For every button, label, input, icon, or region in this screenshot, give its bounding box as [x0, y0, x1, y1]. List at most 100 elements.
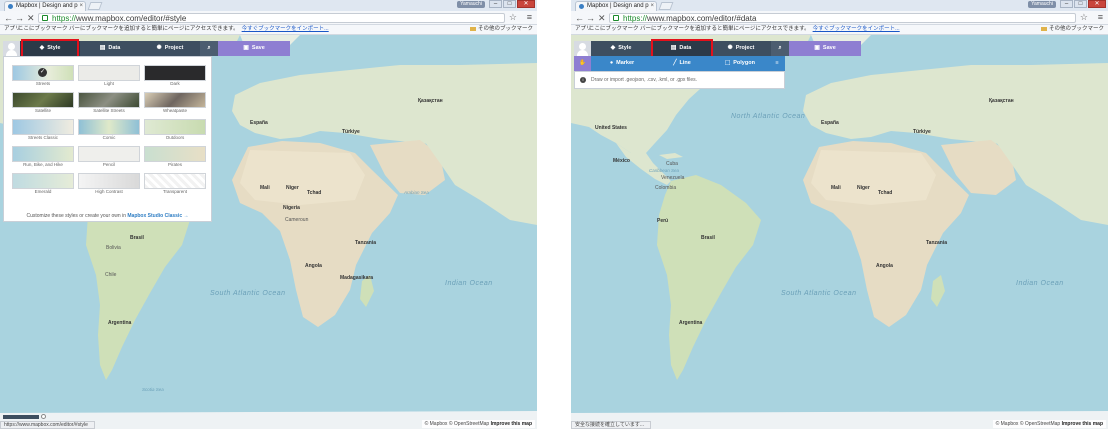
improve-map-link[interactable]: Improve this map: [1062, 421, 1103, 427]
data-button[interactable]: ▤ Data: [80, 41, 140, 56]
style-tile-transparent[interactable]: Transparent: [144, 173, 206, 194]
browser-tab[interactable]: Mapbox | Design and p ×: [4, 1, 86, 11]
save-button-label: Save: [822, 45, 836, 51]
attrib-osm[interactable]: © OpenStreetMap: [1020, 421, 1060, 427]
new-tab-button[interactable]: [87, 2, 103, 10]
map-label-tchad: Tchad: [307, 190, 322, 196]
map-label-tanzania: Tanzania: [926, 240, 948, 246]
maximize-button[interactable]: □: [1074, 0, 1087, 8]
user-avatar[interactable]: [574, 41, 591, 56]
style-tile-dark[interactable]: Dark: [144, 65, 206, 86]
save-button[interactable]: ▣ Save: [789, 41, 861, 56]
maximize-button[interactable]: □: [503, 0, 516, 8]
polygon-button-label: Polygon: [733, 60, 755, 66]
profile-badge[interactable]: Yamauchi: [457, 1, 485, 8]
pan-tool-button[interactable]: ✋: [574, 56, 591, 71]
avatar-head: [8, 43, 15, 50]
map-label-bolivia: Bolivia: [106, 245, 121, 251]
style-tile-pirates[interactable]: Pirates: [144, 146, 206, 167]
chrome-menu-icon[interactable]: ≡: [527, 12, 532, 22]
tab-title: Mapbox | Design and p: [587, 3, 649, 9]
style-tile-run-bike-hike[interactable]: Run, Bike, and Hike: [12, 146, 74, 167]
minimize-button[interactable]: –: [489, 0, 502, 8]
style-tile-streets[interactable]: ✓ Streets: [12, 65, 74, 86]
style-tile-high-contrast[interactable]: High Contrast: [78, 173, 140, 194]
map-label-colombia: Colombia: [655, 185, 677, 191]
improve-map-link[interactable]: Improve this map: [491, 421, 532, 427]
url-input[interactable]: https://www.mapbox.com/editor/#style: [38, 13, 505, 23]
list-button[interactable]: ≡: [769, 56, 785, 71]
profile-badge[interactable]: Yamauchi: [1028, 1, 1056, 8]
marker-button[interactable]: ● Marker: [591, 56, 653, 71]
import-bookmarks-link[interactable]: 今すぐブックマークをインポート...: [813, 26, 900, 32]
forward-icon[interactable]: →: [15, 12, 24, 24]
map-canvas[interactable]: United States North Atlantic Ocean Méxic…: [571, 35, 1108, 429]
polygon-button[interactable]: ⬚ Polygon: [711, 56, 769, 71]
project-button[interactable]: ✺ Project: [140, 41, 200, 56]
mapbox-favicon-icon: [8, 4, 13, 9]
attrib-mapbox[interactable]: © Mapbox: [996, 421, 1019, 427]
style-thumb-wheatpaste: [144, 92, 206, 108]
style-name-streets: Streets: [35, 81, 51, 86]
bookmark-hint-text: ここにブックマーク バーにブックマークを追加すると簡単にページにアクセスできます…: [18, 26, 239, 32]
zoom-handle[interactable]: [41, 414, 46, 419]
lock-icon: [613, 15, 619, 21]
style-thumb-run-bike-hike: [12, 146, 74, 162]
style-tile-wheatpaste[interactable]: Wheatpaste: [144, 92, 206, 113]
back-icon[interactable]: ←: [575, 12, 584, 24]
user-avatar[interactable]: [3, 41, 20, 56]
map-label-mali: Mali: [831, 185, 841, 191]
project-button[interactable]: ✺ Project: [711, 41, 771, 56]
style-button[interactable]: ◆ Style: [591, 41, 651, 56]
style-tile-emerald[interactable]: Emerald: [12, 173, 74, 194]
style-name-satellite: Satellite: [34, 108, 51, 113]
save-button[interactable]: ▣ Save: [218, 41, 290, 56]
style-tile-streets-classic[interactable]: Streets Classic: [12, 119, 74, 140]
map-label-chile: Chile: [105, 272, 117, 278]
map-label-venezuela: Venezuela: [661, 175, 685, 181]
style-tile-outdoors[interactable]: Outdoors: [144, 119, 206, 140]
url-path: www.mapbox.com/editor/#data: [647, 14, 757, 23]
stop-icon[interactable]: ✕: [598, 12, 606, 24]
style-tile-comic[interactable]: Comic: [78, 119, 140, 140]
style-name-comic: Comic: [102, 135, 116, 140]
attrib-osm[interactable]: © OpenStreetMap: [449, 421, 489, 427]
import-bookmarks-link[interactable]: 今すぐブックマークをインポート...: [242, 26, 329, 32]
style-thumb-streets-classic: [12, 119, 74, 135]
bookmark-star-icon[interactable]: ☆: [1080, 12, 1088, 23]
minimize-button[interactable]: –: [1060, 0, 1073, 8]
style-tile-satellite[interactable]: Satellite: [12, 92, 74, 113]
forward-icon[interactable]: →: [586, 12, 595, 24]
style-tile-pencil[interactable]: Pencil: [78, 146, 140, 167]
new-tab-button[interactable]: [658, 2, 674, 10]
other-bookmarks[interactable]: その他のブックマーク: [469, 25, 533, 34]
zoom-control[interactable]: [3, 415, 39, 419]
mapbox-studio-link[interactable]: Mapbox Studio Classic →: [127, 213, 188, 219]
bookmark-star-icon[interactable]: ☆: [509, 12, 517, 23]
style-thumb-transparent: [144, 173, 206, 189]
stop-icon[interactable]: ✕: [27, 12, 35, 24]
map-label-indian-ocean: Indian Ocean: [445, 280, 493, 287]
tab-close-icon[interactable]: ×: [79, 2, 83, 11]
chrome-menu-icon[interactable]: ≡: [1098, 12, 1103, 22]
search-button[interactable]: ⌕: [771, 41, 789, 56]
line-button[interactable]: ╱ Line: [653, 56, 711, 71]
url-input[interactable]: https://www.mapbox.com/editor/#data: [609, 13, 1076, 23]
style-thumb-satellite: [12, 92, 74, 108]
search-button[interactable]: ⌕: [200, 41, 218, 56]
close-window-button[interactable]: ✕: [1088, 0, 1106, 8]
style-name-transparent: Transparent: [162, 189, 188, 194]
other-bookmarks[interactable]: その他のブックマーク: [1040, 25, 1104, 34]
map-label-indian-ocean: Indian Ocean: [1016, 280, 1064, 287]
attrib-mapbox[interactable]: © Mapbox: [425, 421, 448, 427]
back-icon[interactable]: ←: [4, 12, 13, 24]
import-hint-bar[interactable]: i Draw or import .geojson, .csv, .kml, or…: [574, 71, 785, 89]
style-tile-satellite-streets[interactable]: Satellite Streets: [78, 92, 140, 113]
style-name-outdoors: Outdoors: [165, 135, 185, 140]
browser-tab[interactable]: Mapbox | Design and p ×: [575, 1, 657, 11]
map-label-south-atlantic: South Atlantic Ocean: [210, 290, 286, 297]
style-name-streets-classic: Streets Classic: [27, 135, 58, 140]
close-window-button[interactable]: ✕: [517, 0, 535, 8]
tab-close-icon[interactable]: ×: [650, 2, 654, 11]
style-tile-light[interactable]: Light: [78, 65, 140, 86]
